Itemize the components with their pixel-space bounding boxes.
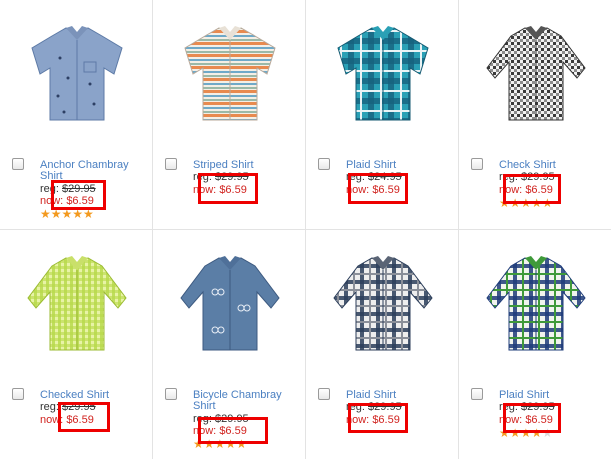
product-name-link[interactable]: Striped Shirt xyxy=(193,160,301,171)
product-name-link[interactable]: Plaid Shirt xyxy=(346,160,454,171)
compare-checkbox[interactable] xyxy=(471,158,483,170)
product-name-link[interactable]: Anchor Chambray Shirt xyxy=(40,160,148,182)
product-image-anchor-chambray-shirt[interactable] xyxy=(22,18,132,126)
highlight-box xyxy=(503,403,561,433)
product-grid: Anchor Chambray Shirt reg: $29.95 now: $6… xyxy=(0,0,611,459)
product-name-link[interactable]: Bicycle Chambray Shirt xyxy=(193,390,301,412)
compare-checkbox[interactable] xyxy=(165,158,177,170)
highlight-box xyxy=(198,417,268,444)
highlight-box xyxy=(198,173,258,204)
highlight-box xyxy=(51,180,106,210)
highlight-box xyxy=(503,174,561,204)
product-image-plaid-shirt[interactable] xyxy=(481,248,591,356)
highlight-box xyxy=(58,402,110,432)
product-image-check-shirt[interactable] xyxy=(481,18,591,126)
compare-checkbox[interactable] xyxy=(12,388,24,400)
product-image-bicycle-chambray-shirt[interactable] xyxy=(175,248,285,356)
product-name-link[interactable]: Plaid Shirt xyxy=(499,390,607,401)
product-image-checked-shirt[interactable] xyxy=(22,248,132,356)
compare-checkbox[interactable] xyxy=(471,388,483,400)
highlight-box xyxy=(348,173,408,204)
product-image-plaid-shirt[interactable] xyxy=(328,18,438,126)
compare-checkbox[interactable] xyxy=(165,388,177,400)
highlight-box xyxy=(348,403,408,433)
product-image-plaid-shirt[interactable] xyxy=(328,248,438,356)
product-name-link[interactable]: Checked Shirt xyxy=(40,390,148,401)
product-name-link[interactable]: Check Shirt xyxy=(499,160,607,171)
compare-checkbox[interactable] xyxy=(12,158,24,170)
product-image-striped-shirt[interactable] xyxy=(175,18,285,126)
compare-checkbox[interactable] xyxy=(318,158,330,170)
product-name-link[interactable]: Plaid Shirt xyxy=(346,390,454,401)
compare-checkbox[interactable] xyxy=(318,388,330,400)
